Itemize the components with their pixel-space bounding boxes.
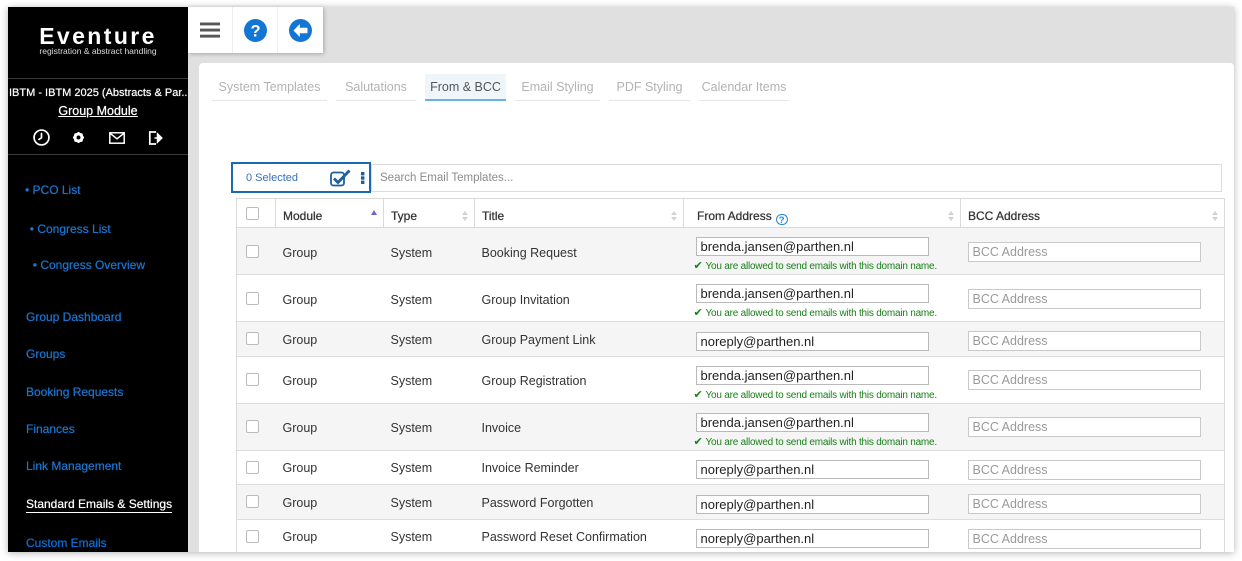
svg-text:?: ? [250,22,260,40]
